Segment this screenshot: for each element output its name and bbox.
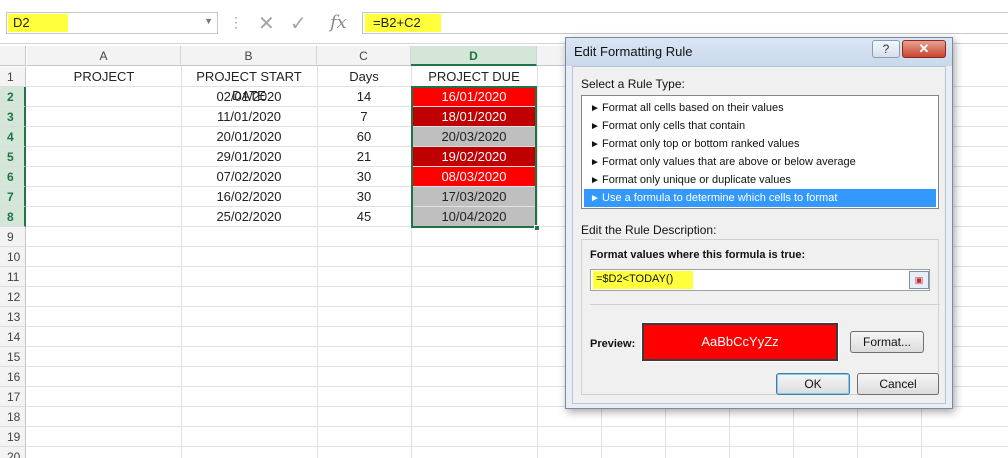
row-header-15[interactable]: 15 bbox=[0, 347, 26, 367]
rule-type-item[interactable]: ► Format all cells based on their values bbox=[584, 99, 936, 117]
row-header-4[interactable]: 4 bbox=[0, 127, 26, 147]
cell-c2[interactable]: 14 bbox=[317, 87, 411, 106]
rule-type-item[interactable]: ► Format only top or bottom ranked values bbox=[584, 135, 936, 153]
arrow-icon: ► bbox=[590, 139, 600, 150]
cell-d1[interactable]: PROJECT DUE DATE bbox=[411, 67, 537, 103]
select-all-corner[interactable] bbox=[0, 46, 26, 66]
column-header-b[interactable]: B bbox=[181, 46, 317, 66]
cell-c3[interactable]: 7 bbox=[317, 107, 411, 126]
column-header-a[interactable]: A bbox=[27, 46, 181, 66]
arrow-icon: ► bbox=[590, 121, 600, 132]
cell-b3[interactable]: 11/01/2020 bbox=[181, 107, 317, 126]
cell-c1[interactable]: Days bbox=[317, 67, 411, 86]
row-header-5[interactable]: 5 bbox=[0, 147, 26, 167]
fill-handle[interactable] bbox=[534, 225, 540, 231]
dialog-body: Select a Rule Type: ► Format all cells ba… bbox=[572, 66, 946, 404]
edit-rule-description-label: Edit the Rule Description: bbox=[581, 223, 717, 237]
preview-label: Preview: bbox=[590, 338, 636, 350]
row-header-19[interactable]: 19 bbox=[0, 427, 26, 447]
cell-b2[interactable]: 02/01/2020 bbox=[181, 87, 317, 106]
rule-formula-value: =$D2<TODAY() bbox=[596, 273, 674, 285]
gridline bbox=[26, 426, 1008, 427]
edit-formatting-rule-dialog: Edit Formatting Rule ? ✕ Select a Rule T… bbox=[565, 37, 953, 409]
rule-type-list[interactable]: ► Format all cells based on their values … bbox=[581, 95, 939, 209]
rule-description-box: Format values where this formula is true… bbox=[581, 239, 940, 395]
chevron-down-icon[interactable]: ▼ bbox=[204, 16, 213, 26]
cell-c4[interactable]: 60 bbox=[317, 127, 411, 146]
rule-type-label: Format only cells that contain bbox=[602, 120, 746, 132]
row-header-2[interactable]: 2 bbox=[0, 87, 26, 107]
row-header-20[interactable]: 20 bbox=[0, 447, 26, 458]
rule-type-item[interactable]: ► Format only cells that contain bbox=[584, 117, 936, 135]
format-button[interactable]: Format... bbox=[850, 331, 924, 353]
cancel-button[interactable]: Cancel bbox=[857, 373, 939, 395]
cell-c8[interactable]: 45 bbox=[317, 207, 411, 226]
column-header-d[interactable]: D bbox=[411, 46, 537, 66]
rule-type-item[interactable]: ► Format only unique or duplicate values bbox=[584, 171, 936, 189]
vertical-dots-icon: ⋮ bbox=[229, 14, 243, 30]
gridline bbox=[537, 66, 538, 458]
rule-type-label: Format only values that are above or bel… bbox=[602, 156, 856, 168]
row-header-8[interactable]: 8 bbox=[0, 207, 26, 227]
column-header-c[interactable]: C bbox=[317, 46, 411, 66]
close-button[interactable]: ✕ bbox=[902, 40, 946, 58]
cell-b1[interactable]: PROJECT START DATE bbox=[181, 67, 317, 103]
row-header-1[interactable]: 1 bbox=[0, 67, 26, 87]
rule-type-label: Use a formula to determine which cells t… bbox=[602, 192, 838, 204]
name-box-value: D2 bbox=[13, 15, 30, 30]
arrow-icon: ► bbox=[590, 157, 600, 168]
collapse-dialog-icon[interactable]: ▣ bbox=[909, 271, 929, 289]
excel-window: D2 ▼ ⋮ ✕ ✓ fx =B2+C2 A B C D E F G H I J bbox=[0, 0, 1008, 458]
dialog-title: Edit Formatting Rule bbox=[574, 44, 693, 59]
cell-c7[interactable]: 30 bbox=[317, 187, 411, 206]
row-header-3[interactable]: 3 bbox=[0, 107, 26, 127]
help-button[interactable]: ? bbox=[872, 40, 900, 58]
cell-b4[interactable]: 20/01/2020 bbox=[181, 127, 317, 146]
cell-c5[interactable]: 21 bbox=[317, 147, 411, 166]
insert-function-icon[interactable]: fx bbox=[330, 12, 356, 36]
row-header-17[interactable]: 17 bbox=[0, 387, 26, 407]
rule-type-item[interactable]: ► Format only values that are above or be… bbox=[584, 153, 936, 171]
row-header-13[interactable]: 13 bbox=[0, 307, 26, 327]
formula-input[interactable]: =B2+C2 bbox=[362, 12, 1008, 34]
selection-border bbox=[411, 86, 537, 228]
ok-button[interactable]: OK bbox=[776, 373, 850, 395]
divider bbox=[590, 304, 940, 305]
row-header-6[interactable]: 6 bbox=[0, 167, 26, 187]
rule-type-item-selected[interactable]: ► Use a formula to determine which cells … bbox=[584, 189, 936, 207]
row-header-18[interactable]: 18 bbox=[0, 407, 26, 427]
rule-type-label: Format only unique or duplicate values bbox=[602, 174, 791, 186]
cell-b6[interactable]: 07/02/2020 bbox=[181, 167, 317, 186]
cell-c6[interactable]: 30 bbox=[317, 167, 411, 186]
enter-icon[interactable]: ✓ bbox=[290, 11, 312, 35]
gridline bbox=[26, 446, 1008, 447]
arrow-icon: ► bbox=[590, 103, 600, 114]
cell-b8[interactable]: 25/02/2020 bbox=[181, 207, 317, 226]
rule-type-label: Format only top or bottom ranked values bbox=[602, 138, 800, 150]
arrow-icon: ► bbox=[590, 175, 600, 186]
arrow-icon: ► bbox=[590, 193, 600, 204]
rule-formula-input[interactable]: =$D2<TODAY() ▣ bbox=[590, 269, 930, 291]
cancel-icon[interactable]: ✕ bbox=[258, 11, 280, 35]
cell-b5[interactable]: 29/01/2020 bbox=[181, 147, 317, 166]
cell-a1[interactable]: PROJECT bbox=[27, 67, 181, 86]
dialog-titlebar[interactable]: Edit Formatting Rule ? ✕ bbox=[566, 38, 952, 66]
row-header-12[interactable]: 12 bbox=[0, 287, 26, 307]
name-box[interactable]: D2 ▼ bbox=[6, 12, 218, 34]
cell-b7[interactable]: 16/02/2020 bbox=[181, 187, 317, 206]
row-header-10[interactable]: 10 bbox=[0, 247, 26, 267]
row-header-14[interactable]: 14 bbox=[0, 327, 26, 347]
row-header-9[interactable]: 9 bbox=[0, 227, 26, 247]
preview-swatch: AaBbCcYyZz bbox=[641, 322, 839, 362]
row-header-16[interactable]: 16 bbox=[0, 367, 26, 387]
formula-prompt-label: Format values where this formula is true… bbox=[590, 249, 806, 261]
formula-value: =B2+C2 bbox=[373, 15, 421, 30]
select-rule-type-label: Select a Rule Type: bbox=[581, 77, 685, 91]
row-header-11[interactable]: 11 bbox=[0, 267, 26, 287]
rule-type-label: Format all cells based on their values bbox=[602, 102, 784, 114]
row-header-7[interactable]: 7 bbox=[0, 187, 26, 207]
